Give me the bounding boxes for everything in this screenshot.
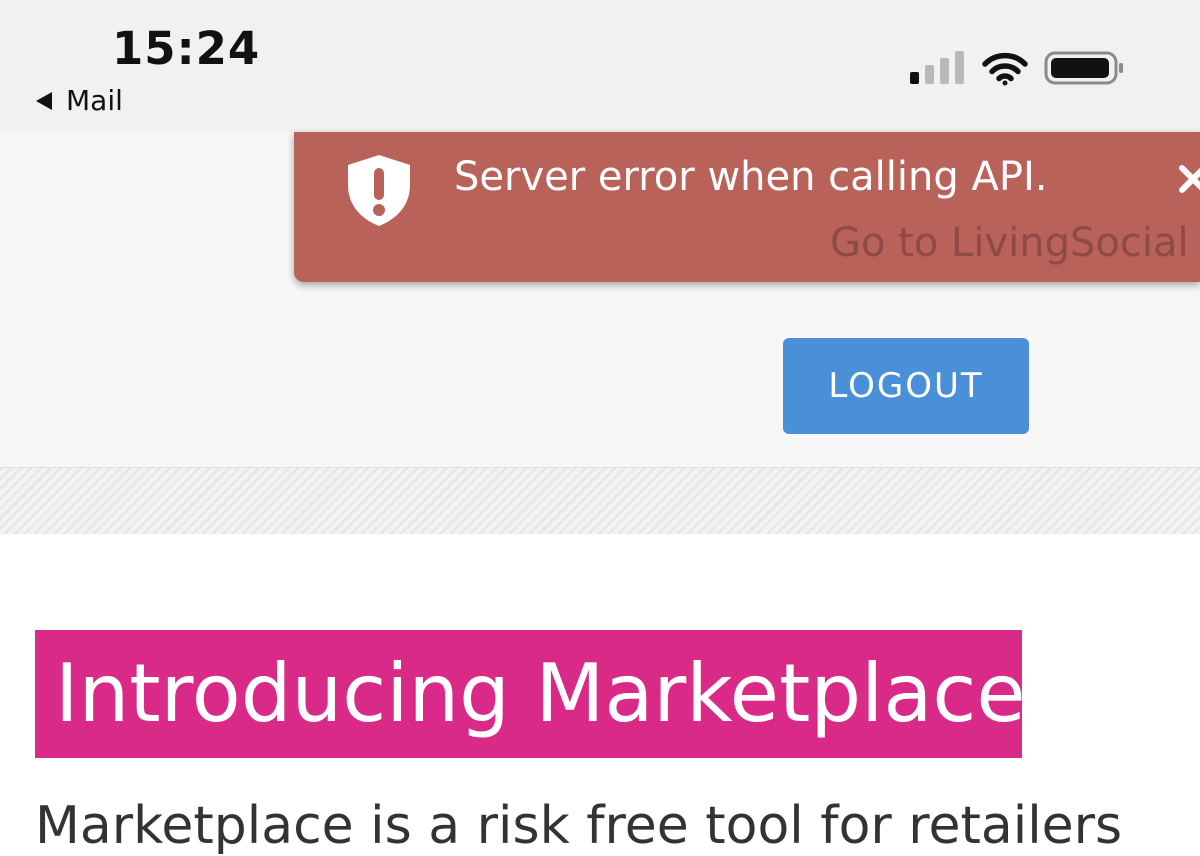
intro-paragraph: Marketplace is a risk free tool for reta… (35, 796, 1123, 856)
header-divider-stripes (0, 467, 1200, 534)
signal-icon (910, 51, 964, 84)
close-icon[interactable] (1178, 162, 1200, 196)
back-link-label: Mail (66, 84, 123, 117)
wifi-icon (982, 52, 1028, 86)
logout-button[interactable]: LOGOUT (783, 338, 1029, 434)
back-arrow-icon (36, 91, 52, 110)
back-to-mail-link[interactable]: Mail (36, 84, 123, 117)
battery-icon (1044, 51, 1123, 85)
go-to-livingsocial-link[interactable]: Go to LivingSocial (830, 220, 1189, 266)
status-time: 15:24 (112, 22, 261, 75)
page-title: Introducing Marketplace (35, 630, 1022, 758)
status-bar: 15:24 Mail (0, 0, 1200, 132)
shield-exclamation-icon (348, 155, 410, 226)
error-message: Server error when calling API. (454, 154, 1048, 200)
error-notification: Server error when calling API. Go to Liv… (294, 132, 1200, 282)
